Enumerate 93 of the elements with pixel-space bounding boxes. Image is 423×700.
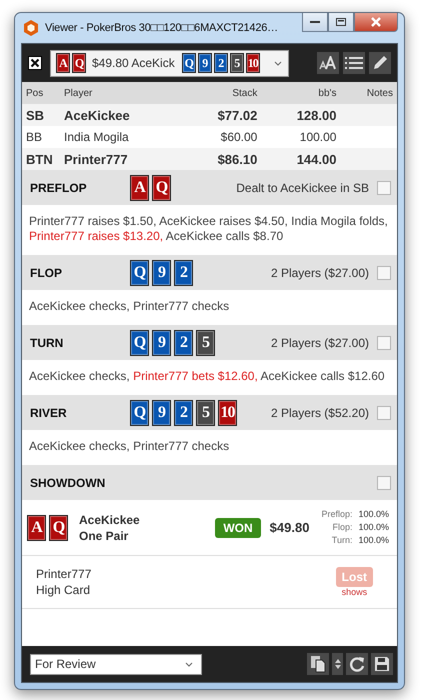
- maximize-button[interactable]: [328, 13, 354, 32]
- playing-card: 2: [174, 400, 193, 426]
- street-name: PREFLOP: [30, 180, 88, 194]
- playing-card: A: [130, 174, 149, 200]
- equity-label: Turn:: [330, 534, 352, 547]
- action-text: AceKickee checks, Printer777 bets $12.60, AceKickee calls $12.60: [28, 368, 386, 385]
- checkbox[interactable]: [377, 180, 391, 194]
- playing-card: 9: [152, 400, 171, 426]
- street-info: Dealt to AceKickee in SB: [236, 180, 369, 194]
- checkbox[interactable]: [377, 406, 391, 420]
- table-cell: Printer777: [60, 148, 182, 170]
- playing-card: 5: [230, 53, 244, 73]
- playing-card: Q: [182, 53, 196, 73]
- playing-card: 5: [196, 400, 215, 426]
- table-cell: India Mogila: [60, 126, 182, 148]
- playing-card: Q: [49, 514, 68, 540]
- won-amount: $49.80: [270, 520, 310, 535]
- maximize-icon: [336, 18, 346, 26]
- playing-card: Q: [72, 53, 86, 73]
- checkbox[interactable]: [377, 266, 391, 280]
- checkbox[interactable]: [377, 336, 391, 350]
- hand-summary: $49.80 AceKick: [92, 56, 175, 70]
- playing-card: 2: [174, 330, 193, 356]
- table-cell: AceKickee: [60, 104, 182, 126]
- hand-rank: High Card: [36, 582, 92, 598]
- save-icon[interactable]: [371, 653, 393, 675]
- equity-label: Flop:: [331, 521, 352, 534]
- refresh-icon[interactable]: [346, 653, 368, 675]
- equity-label: Preflop:: [321, 508, 352, 521]
- street-name: RIVER: [30, 406, 68, 420]
- copy-icon[interactable]: [307, 653, 329, 675]
- equity-value: 100.0%: [358, 508, 389, 521]
- column-header: Notes: [340, 82, 397, 104]
- street-info: 2 Players ($52.20): [270, 406, 369, 420]
- playing-card: A: [56, 53, 70, 73]
- result-badge: WON: [215, 518, 261, 538]
- table-cell: 128.00: [261, 104, 340, 126]
- table-cell: SB: [22, 104, 60, 126]
- list-icon[interactable]: [343, 52, 365, 74]
- pencil-icon[interactable]: [369, 52, 391, 74]
- playing-card: 10: [218, 400, 237, 426]
- font-size-icon[interactable]: [317, 52, 339, 74]
- table-cell: BTN: [22, 148, 60, 170]
- close-icon[interactable]: [28, 56, 42, 70]
- playing-card: 10: [246, 53, 260, 73]
- table-cell: 100.00: [261, 126, 340, 148]
- playing-card: 9: [152, 330, 171, 356]
- minimize-button[interactable]: [302, 13, 328, 32]
- table-cell: $60.00: [182, 126, 262, 148]
- caret-icon: [185, 662, 193, 666]
- playing-card: Q: [130, 330, 149, 356]
- playing-card: 5: [196, 330, 215, 356]
- playing-card: 2: [174, 260, 193, 286]
- close-icon: [370, 17, 382, 27]
- table-cell: 144.00: [261, 148, 340, 170]
- playing-card: 2: [214, 53, 228, 73]
- street-name: SHOWDOWN: [30, 476, 106, 490]
- equity-value: 100.0%: [358, 521, 389, 534]
- action-text: Printer777 raises $1.50, AceKickee raises $4.50, India Mogila folds, Printer777 raises $13.20, AceKickee calls $8.70: [28, 213, 389, 245]
- column-header: Player: [60, 82, 182, 104]
- hand-selector[interactable]: A Q $49.80 AceKick Q 9 2 5 10: [50, 50, 289, 76]
- app-icon: [23, 20, 39, 36]
- street-name: TURN: [30, 336, 64, 350]
- playing-card: Q: [152, 174, 171, 200]
- column-header: Stack: [182, 82, 262, 104]
- column-header: Pos: [22, 82, 60, 104]
- status-dropdown[interactable]: For Review: [30, 654, 202, 674]
- action-text: AceKickee checks, Printer777 checks: [28, 438, 230, 455]
- close-button[interactable]: [354, 13, 398, 32]
- column-header: bb's: [261, 82, 340, 104]
- playing-card: Q: [130, 260, 149, 286]
- street-info: 2 Players ($27.00): [270, 336, 369, 350]
- playing-card: 9: [152, 260, 171, 286]
- action-text: AceKickee checks, Printer777 checks: [28, 298, 230, 315]
- equity-value: 100.0%: [358, 534, 389, 547]
- spinner-icon[interactable]: [332, 653, 343, 675]
- player-name: Printer777: [36, 566, 92, 582]
- playing-card: 9: [198, 53, 212, 73]
- street-info: 2 Players ($27.00): [270, 266, 369, 280]
- minimize-icon: [310, 20, 320, 24]
- playing-card: A: [27, 514, 46, 540]
- table-cell: $77.02: [182, 104, 262, 126]
- window-title: Viewer - PokerBros 30□□120□□6MAXCT21426…: [45, 22, 279, 34]
- result-badge: Lost: [336, 567, 373, 587]
- caret-icon: [274, 60, 282, 66]
- playing-card: Q: [130, 400, 149, 426]
- checkbox[interactable]: [377, 476, 391, 490]
- table-cell: $86.10: [182, 148, 262, 170]
- table-cell: BB: [22, 126, 60, 148]
- shows-label: shows: [342, 587, 368, 597]
- hand-rank: One Pair: [79, 528, 130, 544]
- player-name: AceKickee: [79, 512, 140, 528]
- street-name: FLOP: [30, 266, 63, 280]
